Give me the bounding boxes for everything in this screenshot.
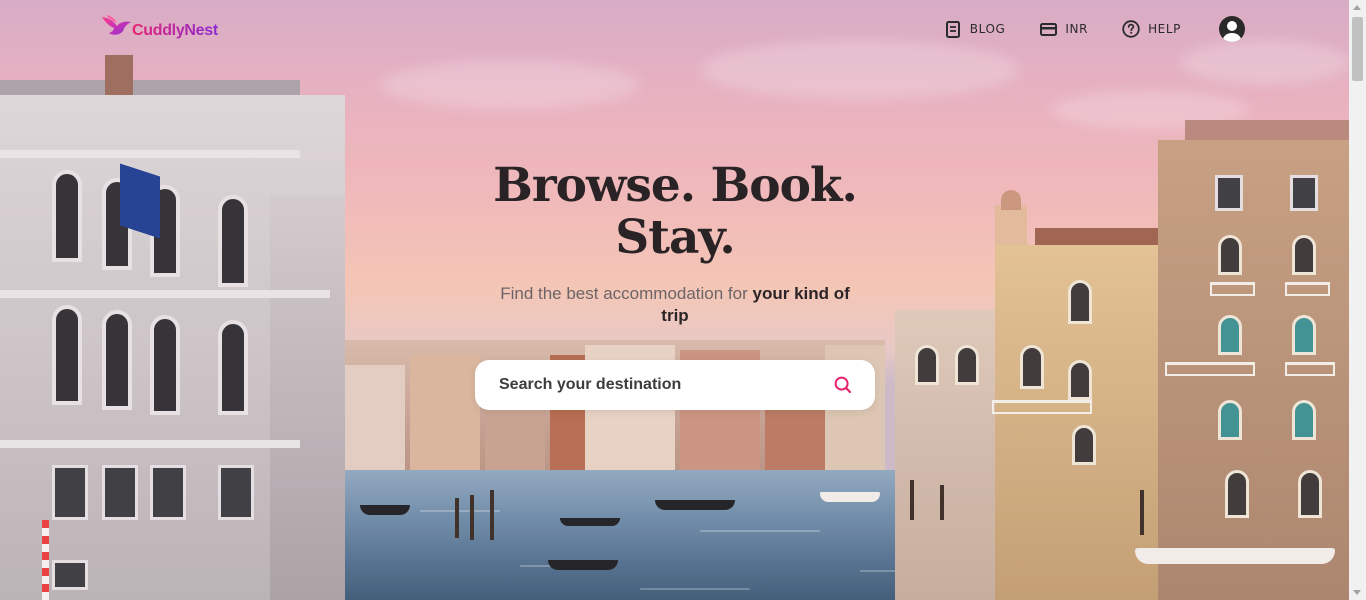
nav-currency-link[interactable]: INR [1039, 20, 1088, 38]
credit-card-icon [1039, 20, 1057, 38]
nav-blog-label: BLOG [969, 22, 1006, 36]
page-scrollbar[interactable] [1349, 0, 1366, 600]
nav-blog-link[interactable]: BLOG [944, 20, 1006, 38]
nav-currency-label: INR [1065, 22, 1089, 36]
nav-help-link[interactable]: HELP [1122, 20, 1181, 38]
destination-search-box[interactable] [475, 360, 875, 410]
user-avatar-icon[interactable] [1219, 16, 1245, 42]
site-header: CuddlyNest BLOG INR HELP [0, 0, 1349, 64]
hero-title: Browse. Book. Stay. [475, 160, 875, 264]
search-icon[interactable] [833, 375, 853, 395]
hero-subtitle: Find the best accommodation for your kin… [500, 283, 850, 327]
scroll-up-arrow-icon[interactable] [1353, 5, 1361, 10]
hero-title-line1: Browse. Book. [493, 158, 858, 213]
top-nav: BLOG INR HELP [944, 16, 1245, 42]
bird-logo-icon [102, 15, 131, 35]
brand-name: CuddlyNest [132, 22, 218, 39]
brand-logo[interactable]: CuddlyNest [100, 14, 218, 40]
scrollbar-thumb[interactable] [1352, 17, 1363, 81]
nav-help-label: HELP [1148, 22, 1181, 36]
document-icon [944, 20, 962, 38]
hero-title-line2: Stay. [615, 210, 735, 265]
hero-subtitle-plain: Find the best accommodation for [500, 284, 748, 303]
question-circle-icon [1122, 20, 1140, 38]
scroll-down-arrow-icon[interactable] [1353, 590, 1361, 595]
search-input[interactable] [499, 376, 833, 394]
